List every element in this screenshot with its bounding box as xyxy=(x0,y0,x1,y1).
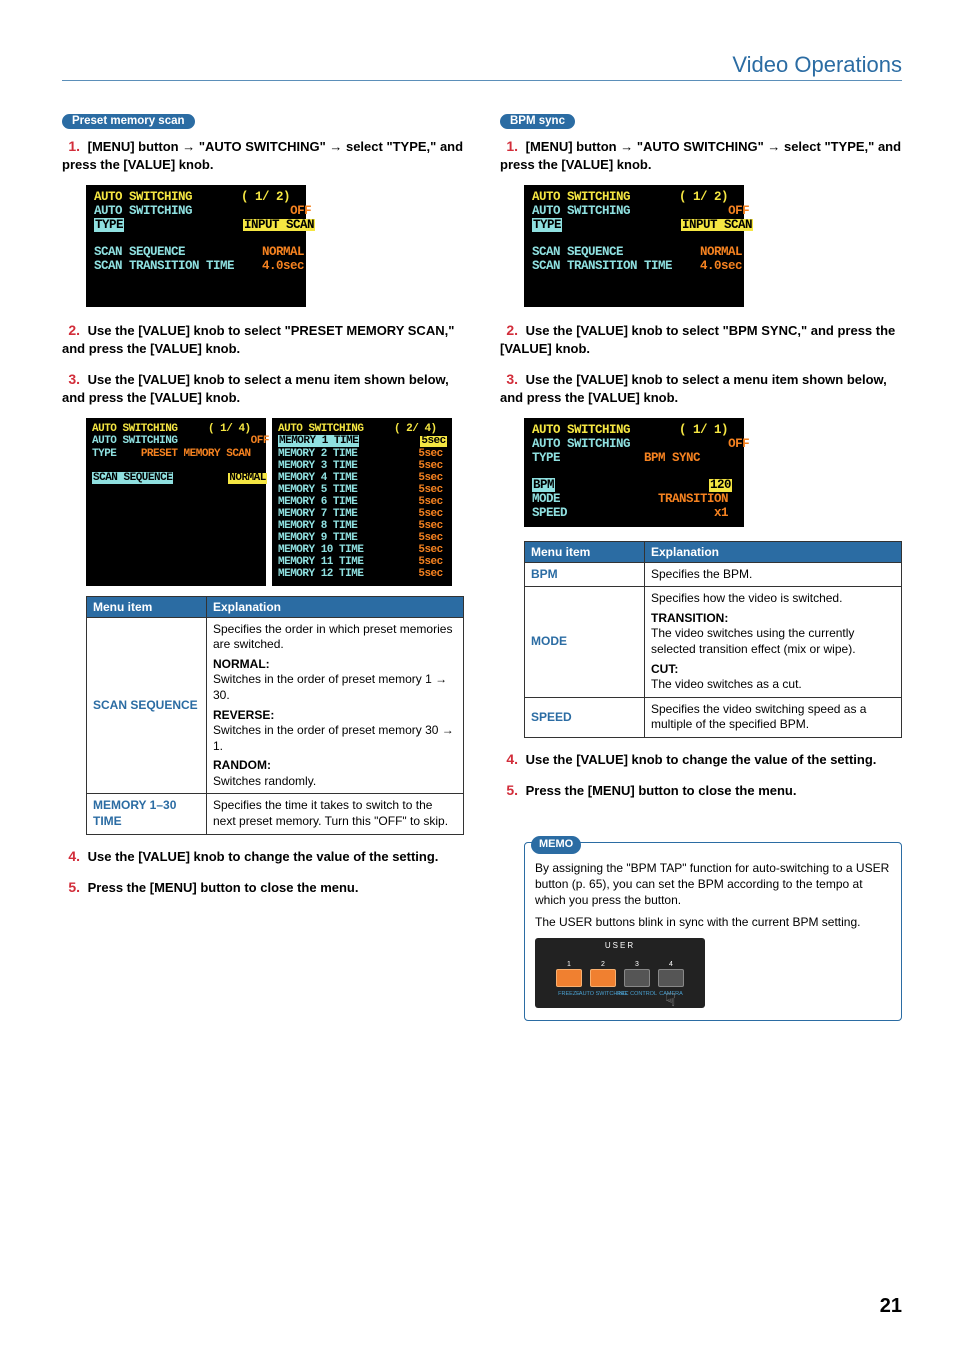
left-explanation-table: Menu item Explanation SCAN SEQUENCE Spec… xyxy=(86,596,464,835)
menu-item-scan-sequence: SCAN SEQUENCE xyxy=(87,617,207,794)
step-number: 3. xyxy=(500,370,518,389)
step-number: 5. xyxy=(62,878,80,897)
step-text: Use the [VALUE] knob to change the value… xyxy=(526,752,877,767)
memo-box: MEMO By assigning the "BPM TAP" function… xyxy=(524,842,902,1022)
explanation-cell: Specifies the order in which preset memo… xyxy=(207,617,464,794)
text-part: "AUTO SWITCHING" xyxy=(195,139,329,154)
text: Switches in the order of preset memory 3… xyxy=(213,723,457,754)
user-buttons-illustration: USER 1FREEZE 2AUTO SWITCHING 3REC CONTRO… xyxy=(535,938,705,1008)
text: Specifies the order in which preset memo… xyxy=(213,622,457,653)
text: Specifies how the video is switched. xyxy=(651,591,895,607)
step-text: Press the [MENU] button to close the men… xyxy=(526,783,797,798)
arrow-icon: → xyxy=(620,139,633,154)
user-label: USER xyxy=(605,941,635,952)
memo-paragraph-2: The USER buttons blink in sync with the … xyxy=(535,914,891,930)
step-text: Use the [VALUE] knob to select a menu it… xyxy=(62,372,449,405)
explanation-cell: Specifies the BPM. xyxy=(645,562,902,587)
table-row: MEMORY 1–30 TIME Specifies the time it t… xyxy=(87,794,464,834)
step-text: [MENU] button → "AUTO SWITCHING" → selec… xyxy=(62,139,463,172)
user-button-3: 3REC CONTROL xyxy=(624,969,650,987)
arrow-icon: → xyxy=(435,672,447,686)
step-number: 4. xyxy=(62,847,80,866)
table-row: SCAN SEQUENCE Specifies the order in whi… xyxy=(87,617,464,794)
step-number: 2. xyxy=(62,321,80,340)
step-text: Press the [MENU] button to close the men… xyxy=(88,880,359,895)
subhead: TRANSITION: xyxy=(651,611,895,627)
left-step-2: 2. Use the [VALUE] knob to select "PRESE… xyxy=(62,321,464,357)
left-column: Preset memory scan 1. [MENU] button → "A… xyxy=(62,112,464,1021)
left-step-1: 1. [MENU] button → "AUTO SWITCHING" → se… xyxy=(62,137,464,173)
user-button-4: 4CAMERA xyxy=(658,969,684,987)
table-header-menu-item: Menu item xyxy=(87,596,207,617)
step-text: Use the [VALUE] knob to select "PRESET M… xyxy=(62,323,454,356)
lcd-screen-left-3a: AUTO SWITCHING ( 1/ 4) AUTO SWITCHING OF… xyxy=(86,418,266,585)
text-part: [MENU] button xyxy=(526,139,621,154)
right-step-3: 3. Use the [VALUE] knob to select a menu… xyxy=(500,370,902,406)
menu-item-speed: SPEED xyxy=(525,697,645,737)
lcd-screen-left-3b: AUTO SWITCHING ( 2/ 4) MEMORY 1 TIME 5se… xyxy=(272,418,452,585)
right-step-4: 4. Use the [VALUE] knob to change the va… xyxy=(500,750,902,769)
arrow-icon: → xyxy=(329,139,342,154)
menu-item-mode: MODE xyxy=(525,587,645,698)
subhead: REVERSE: xyxy=(213,708,457,724)
step-text: Use the [VALUE] knob to select "BPM SYNC… xyxy=(500,323,895,356)
step-number: 4. xyxy=(500,750,518,769)
lcd-screen-right-3: AUTO SWITCHING ( 1/ 1) AUTO SWITCHING OF… xyxy=(524,418,744,526)
arrow-icon: → xyxy=(767,139,780,154)
arrow-icon: → xyxy=(442,723,454,737)
table-row: SPEED Specifies the video switching spee… xyxy=(525,697,902,737)
subhead: NORMAL: xyxy=(213,657,457,673)
user-button-2: 2AUTO SWITCHING xyxy=(590,969,616,987)
step-text: [MENU] button → "AUTO SWITCHING" → selec… xyxy=(500,139,901,172)
menu-item-memory-time: MEMORY 1–30 TIME xyxy=(87,794,207,834)
explanation-cell: Specifies how the video is switched. TRA… xyxy=(645,587,902,698)
bpm-sync-pill: BPM sync xyxy=(500,114,575,129)
table-header-explanation: Explanation xyxy=(207,596,464,617)
text: The video switches as a cut. xyxy=(651,677,895,693)
hand-icon: ☟ xyxy=(665,988,676,1012)
subhead: CUT: xyxy=(651,662,895,678)
step-number: 1. xyxy=(500,137,518,156)
text-part: "AUTO SWITCHING" xyxy=(633,139,767,154)
text: Switches randomly. xyxy=(213,774,457,790)
left-step-3: 3. Use the [VALUE] knob to select a menu… xyxy=(62,370,464,406)
text: Switches in the order of preset memory 1… xyxy=(213,672,457,703)
lcd-screen-right-1: AUTO SWITCHING ( 1/ 2) AUTO SWITCHING OF… xyxy=(524,185,744,307)
text-part: [MENU] button xyxy=(88,139,183,154)
table-row: MODE Specifies how the video is switched… xyxy=(525,587,902,698)
user-button-1: 1FREEZE xyxy=(556,969,582,987)
right-column: BPM sync 1. [MENU] button → "AUTO SWITCH… xyxy=(500,112,902,1021)
step-text: Use the [VALUE] knob to change the value… xyxy=(88,849,439,864)
explanation-cell: Specifies the time it takes to switch to… xyxy=(207,794,464,834)
step-number: 5. xyxy=(500,781,518,800)
menu-item-bpm: BPM xyxy=(525,562,645,587)
memo-label: MEMO xyxy=(531,836,581,854)
right-step-1: 1. [MENU] button → "AUTO SWITCHING" → se… xyxy=(500,137,902,173)
text: The video switches using the currently s… xyxy=(651,626,895,657)
preset-memory-scan-pill: Preset memory scan xyxy=(62,114,195,129)
lcd-screen-left-1: AUTO SWITCHING ( 1/ 2) AUTO SWITCHING OF… xyxy=(86,185,306,307)
right-step-2: 2. Use the [VALUE] knob to select "BPM S… xyxy=(500,321,902,357)
table-header-menu-item: Menu item xyxy=(525,541,645,562)
explanation-cell: Specifies the video switching speed as a… xyxy=(645,697,902,737)
subhead: RANDOM: xyxy=(213,758,457,774)
table-row: BPM Specifies the BPM. xyxy=(525,562,902,587)
step-number: 3. xyxy=(62,370,80,389)
step-number: 1. xyxy=(62,137,80,156)
left-step-5: 5. Press the [MENU] button to close the … xyxy=(62,878,464,897)
memo-paragraph-1: By assigning the "BPM TAP" function for … xyxy=(535,860,891,909)
arrow-icon: → xyxy=(182,139,195,154)
step-number: 2. xyxy=(500,321,518,340)
table-header-explanation: Explanation xyxy=(645,541,902,562)
header-divider xyxy=(62,80,902,81)
left-step-4: 4. Use the [VALUE] knob to change the va… xyxy=(62,847,464,866)
right-step-5: 5. Press the [MENU] button to close the … xyxy=(500,781,902,800)
right-explanation-table: Menu item Explanation BPM Specifies the … xyxy=(524,541,902,738)
page-number: 21 xyxy=(880,1295,902,1318)
section-header: Video Operations xyxy=(732,52,902,78)
step-text: Use the [VALUE] knob to select a menu it… xyxy=(500,372,887,405)
